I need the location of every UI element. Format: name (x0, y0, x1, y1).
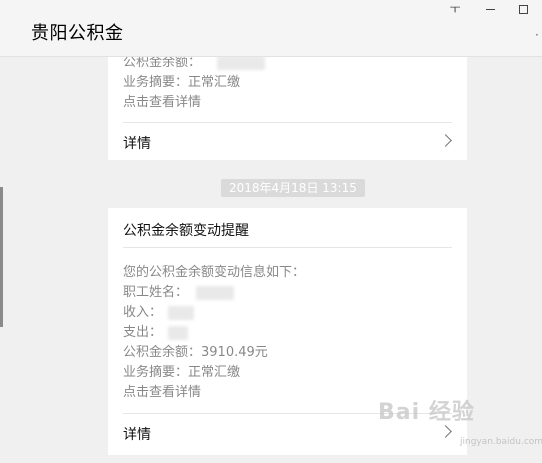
balance-line: 公积金余额： (123, 57, 266, 73)
redacted-expense (168, 325, 189, 340)
summary-line: 业务摘要：正常汇缴 (123, 75, 241, 90)
income-line: 收入： (123, 303, 195, 323)
redacted-income (168, 305, 195, 320)
chevron-right-icon (439, 134, 452, 147)
detail-label: 详情 (123, 136, 151, 152)
title-divider (123, 247, 452, 248)
message-list[interactable]: 公积金余额： 业务摘要：正常汇缴 点击查看详情 详情 2018年4月18日 13… (0, 57, 542, 463)
click-detail-line: 点击查看详情 (123, 385, 202, 400)
pin-button[interactable]: ㅜ (442, 0, 468, 18)
maximize-button[interactable] (510, 0, 536, 18)
window-title: 贵阳公积金 (31, 23, 124, 44)
name-line: 职工姓名： (123, 283, 235, 303)
minimize-button[interactable] (477, 0, 503, 18)
message-timestamp: 2018年4月18日 13:15 (221, 179, 365, 197)
detail-label: 详情 (123, 427, 151, 443)
detail-link[interactable]: 详情 (108, 123, 467, 163)
expense-label: 支出： (123, 325, 163, 340)
expense-line: 支出： (123, 323, 189, 343)
pin-icon: ㅜ (449, 2, 461, 16)
chevron-right-icon (439, 425, 452, 438)
name-label: 职工姓名： (123, 285, 189, 300)
app-window: 贵阳公积金 ㅜ · 公积金余额： 业务摘要：正常汇缴 点击查看详情 详情 201… (0, 0, 542, 463)
minimize-icon (485, 8, 495, 10)
left-edge-bar (0, 187, 3, 327)
balance-line: 公积金余额：3910.49元 (123, 345, 268, 360)
balance-label: 公积金余额： (123, 57, 202, 70)
message-card-previous: 公积金余额： 业务摘要：正常汇缴 点击查看详情 详情 (108, 57, 467, 160)
summary-line: 业务摘要：正常汇缴 (123, 365, 241, 380)
title-bar: 贵阳公积金 ㅜ · (0, 0, 542, 57)
income-label: 收入： (123, 305, 163, 320)
more-icon[interactable]: · (535, 28, 539, 42)
watermark-url: jingyan.baidu.com (460, 437, 542, 447)
card-title: 公积金余额变动提醒 (123, 223, 249, 239)
redacted-name (196, 285, 235, 300)
watermark-logo: Bai 经验 (378, 400, 475, 425)
intro-line: 您的公积金余额变动信息如下： (123, 265, 306, 280)
redacted-balance (217, 57, 266, 70)
click-detail-line: 点击查看详情 (123, 95, 202, 110)
maximize-icon (518, 4, 528, 14)
